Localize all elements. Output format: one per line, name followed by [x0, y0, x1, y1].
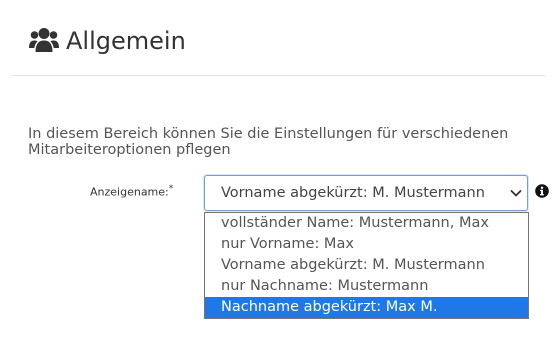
page-title: Allgemein [66, 27, 186, 55]
select-option[interactable]: nur Nachname: Mustermann [205, 276, 528, 297]
header-divider [12, 75, 545, 76]
field-label-text: Anzeigename: [90, 185, 169, 199]
select-option[interactable]: Vorname abgekürzt: M. Mustermann [205, 255, 528, 276]
select-option[interactable]: vollständer Name: Mustermann, Max [205, 213, 528, 234]
section-description: In diesem Bereich können Sie die Einstel… [28, 126, 509, 158]
select-options-list: vollständer Name: Mustermann, Max nur Vo… [204, 212, 529, 319]
section-header: Allgemein [0, 0, 560, 78]
select-option-highlighted[interactable]: Nachname abgekürzt: Max M. [205, 297, 528, 318]
info-icon[interactable] [535, 184, 549, 198]
chevron-down-icon[interactable] [509, 186, 523, 200]
display-name-select[interactable]: Vorname abgekürzt: M. Mustermann [204, 175, 528, 211]
select-option[interactable]: nur Vorname: Max [205, 234, 528, 255]
required-marker: * [168, 184, 174, 194]
field-label: Anzeigename:* [90, 184, 173, 199]
users-icon [29, 27, 59, 53]
select-current-value: Vorname abgekürzt: M. Mustermann [221, 185, 485, 201]
